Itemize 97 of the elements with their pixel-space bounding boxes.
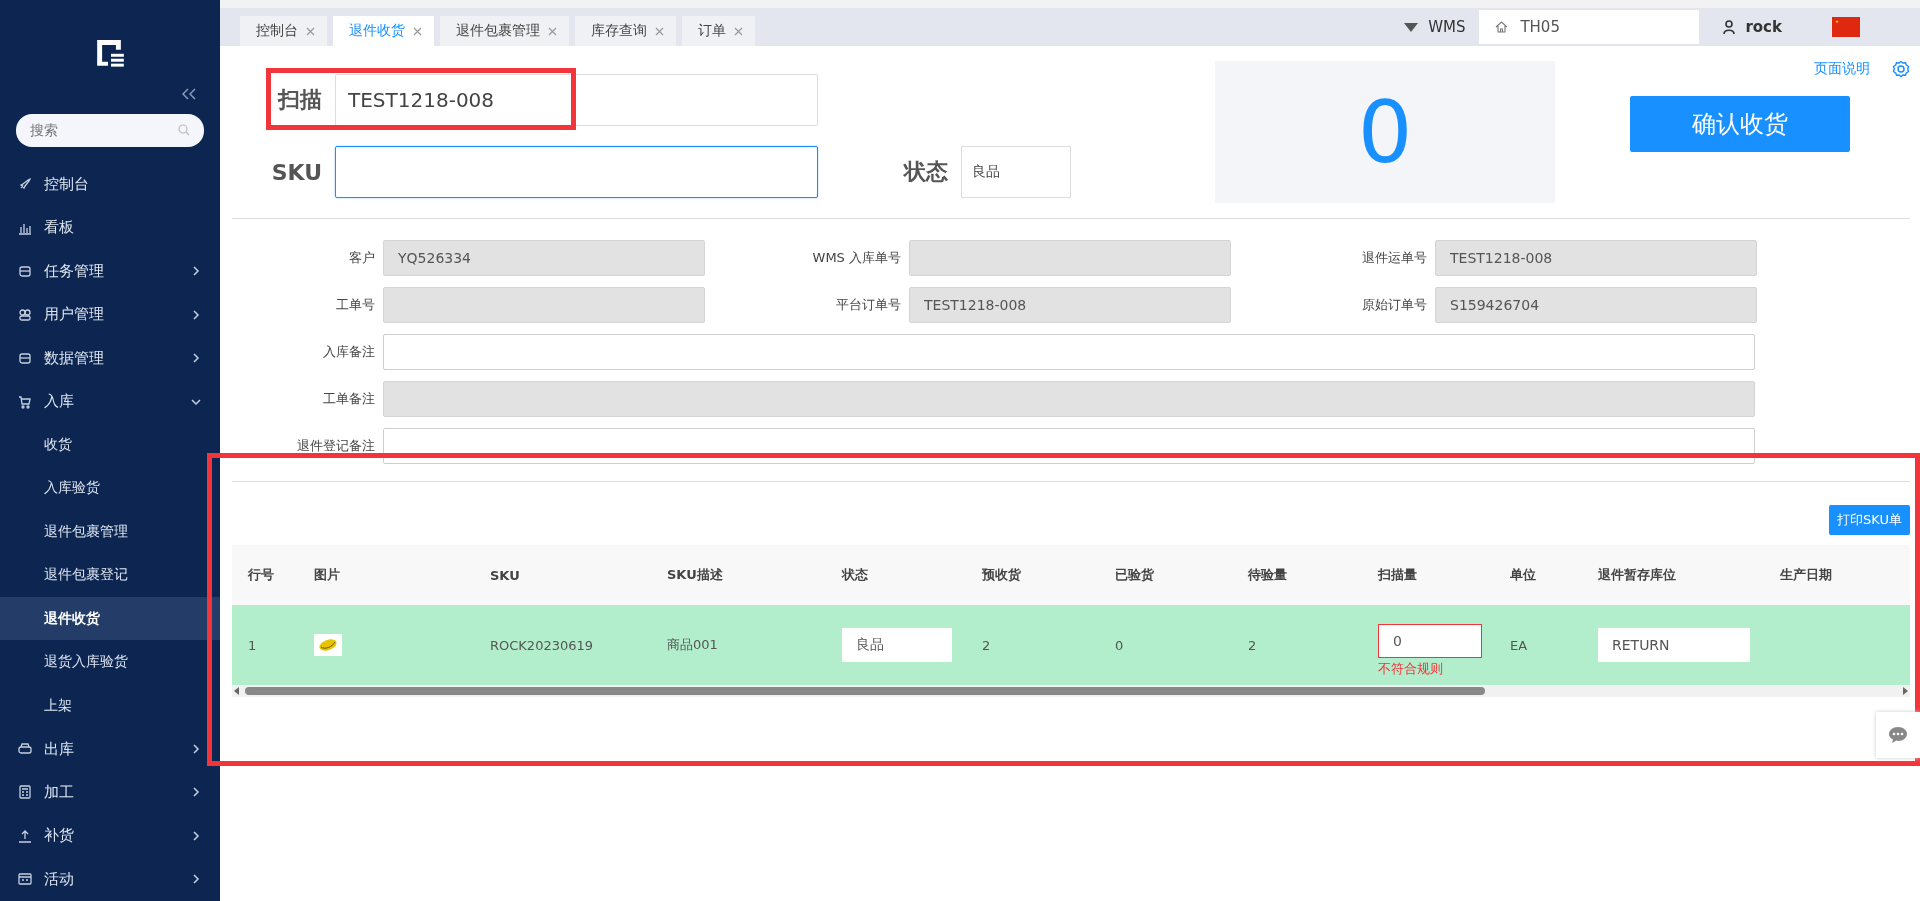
- column-header: 扫描量: [1378, 567, 1417, 582]
- search-icon: [178, 123, 190, 136]
- chevron-icon: [190, 873, 202, 886]
- submenu-item[interactable]: 退件包裹登记: [0, 553, 220, 597]
- search-field[interactable]: 搜索: [16, 113, 204, 147]
- sku-label: SKU: [270, 159, 322, 185]
- column-header: SKU描述: [667, 567, 723, 582]
- column-header: 状态: [842, 567, 868, 582]
- menu-item[interactable]: 看板: [0, 206, 220, 250]
- settings-icon[interactable]: [1892, 60, 1910, 78]
- close-icon[interactable]: [413, 26, 422, 36]
- box-icon: [18, 264, 32, 279]
- column-header: 待验量: [1248, 567, 1287, 582]
- chevron-icon: [190, 308, 202, 321]
- table-cell: 0: [1115, 637, 1124, 653]
- submenu-item[interactable]: 退件包裹管理: [0, 510, 220, 554]
- counter-value: 0: [1357, 82, 1413, 182]
- field-label: 工单号: [335, 296, 375, 314]
- calendar-icon: [18, 872, 32, 887]
- status-input[interactable]: 良品: [961, 146, 1071, 198]
- cart-icon: [18, 394, 32, 409]
- box-icon: [18, 351, 32, 366]
- menu-item[interactable]: 任务管理: [0, 249, 220, 293]
- logo-icon: [94, 38, 126, 68]
- chat-button[interactable]: [1876, 712, 1920, 758]
- user-icon: [1723, 20, 1736, 34]
- table-cell: EA: [1510, 637, 1528, 653]
- table-row[interactable]: 1 ROCK20230619 商品001 良品 2 0 2 0 不符合规则 EA RETURN: [232, 605, 1910, 685]
- column-header: 图片: [314, 567, 340, 582]
- users-icon: [18, 307, 32, 322]
- chevron-icon: [190, 786, 202, 799]
- table-cell: 1: [248, 637, 257, 653]
- field-label: 退件运单号: [1361, 249, 1427, 267]
- submenu-item[interactable]: 上架: [0, 683, 220, 728]
- submenu-item[interactable]: 入库验货: [0, 466, 220, 511]
- submenu-item[interactable]: 收货: [0, 423, 220, 467]
- dropdown-caret-icon[interactable]: [1404, 22, 1419, 32]
- upload-icon: [18, 828, 32, 843]
- submenu-item[interactable]: 退件收货: [0, 597, 220, 641]
- location-input[interactable]: RETURN: [1598, 628, 1750, 662]
- collapse-icon[interactable]: [182, 87, 196, 100]
- column-header: 已验货: [1115, 567, 1154, 582]
- warehouse-selector[interactable]: TH05: [1479, 10, 1700, 44]
- field-label: 入库备注: [322, 343, 375, 361]
- column-header: 退件暂存库位: [1598, 567, 1676, 582]
- chat-icon: [1888, 726, 1908, 744]
- menu-item[interactable]: 控制台: [0, 162, 220, 207]
- table-cell: 商品001: [667, 637, 718, 652]
- field-label: WMS 入库单号: [811, 249, 901, 267]
- menu-item[interactable]: 活动: [0, 857, 220, 901]
- status-label: 状态: [902, 158, 948, 186]
- field-label: 原始订单号: [1361, 296, 1427, 314]
- close-icon[interactable]: [548, 26, 557, 36]
- column-header: 预收货: [982, 567, 1021, 582]
- scan-input[interactable]: TEST1218-008: [335, 74, 818, 126]
- home-icon: [1495, 21, 1509, 33]
- error-message: 不符合规则: [1378, 660, 1443, 678]
- scan-quantity-input[interactable]: 0: [1378, 624, 1482, 658]
- table-cell: 2: [1248, 637, 1257, 653]
- column-header: 生产日期: [1780, 567, 1832, 582]
- table-cell: 2: [982, 637, 991, 653]
- column-header: SKU: [490, 567, 520, 583]
- menu-item[interactable]: 数据管理: [0, 336, 220, 380]
- chevron-icon: [190, 743, 202, 755]
- field-label: 平台订单号: [835, 296, 901, 314]
- close-icon[interactable]: [655, 26, 664, 36]
- calc-icon: [18, 785, 32, 800]
- chevron-icon: [190, 352, 202, 365]
- menu-item[interactable]: 用户管理: [0, 292, 220, 337]
- close-icon[interactable]: [734, 26, 743, 36]
- scan-label: 扫描: [276, 86, 322, 114]
- rocket-icon: [18, 177, 32, 192]
- menu-item[interactable]: 加工: [0, 770, 220, 815]
- system-name[interactable]: WMS: [1428, 18, 1466, 36]
- close-icon[interactable]: [306, 26, 315, 36]
- field-label: 客户: [348, 249, 375, 267]
- tab[interactable]: 退件包裹管理: [440, 16, 569, 46]
- tab[interactable]: 控制台: [240, 16, 327, 46]
- text-field[interactable]: [383, 334, 1755, 370]
- field-label: 退件登记备注: [296, 437, 375, 455]
- menu-item[interactable]: 补货: [0, 814, 220, 858]
- submenu-item[interactable]: 退货入库验货: [0, 640, 220, 684]
- menu-item[interactable]: 入库: [0, 379, 220, 424]
- field-label: 工单备注: [322, 390, 375, 408]
- chevron-icon: [190, 829, 202, 842]
- table-cell: ROCK20230619: [490, 637, 594, 653]
- tab[interactable]: 订单: [682, 16, 755, 46]
- menu-item[interactable]: 出库: [0, 727, 220, 771]
- column-header: 行号: [248, 567, 274, 582]
- horizontal-scrollbar[interactable]: [232, 685, 1910, 697]
- product-thumbnail-icon: [314, 634, 342, 656]
- status-input[interactable]: 良品: [842, 628, 952, 662]
- user-name[interactable]: rock: [1745, 18, 1782, 36]
- column-header: 单位: [1510, 567, 1536, 582]
- tab[interactable]: 库存查询: [575, 16, 676, 46]
- sku-input[interactable]: [335, 146, 818, 198]
- chevron-icon: [190, 265, 202, 278]
